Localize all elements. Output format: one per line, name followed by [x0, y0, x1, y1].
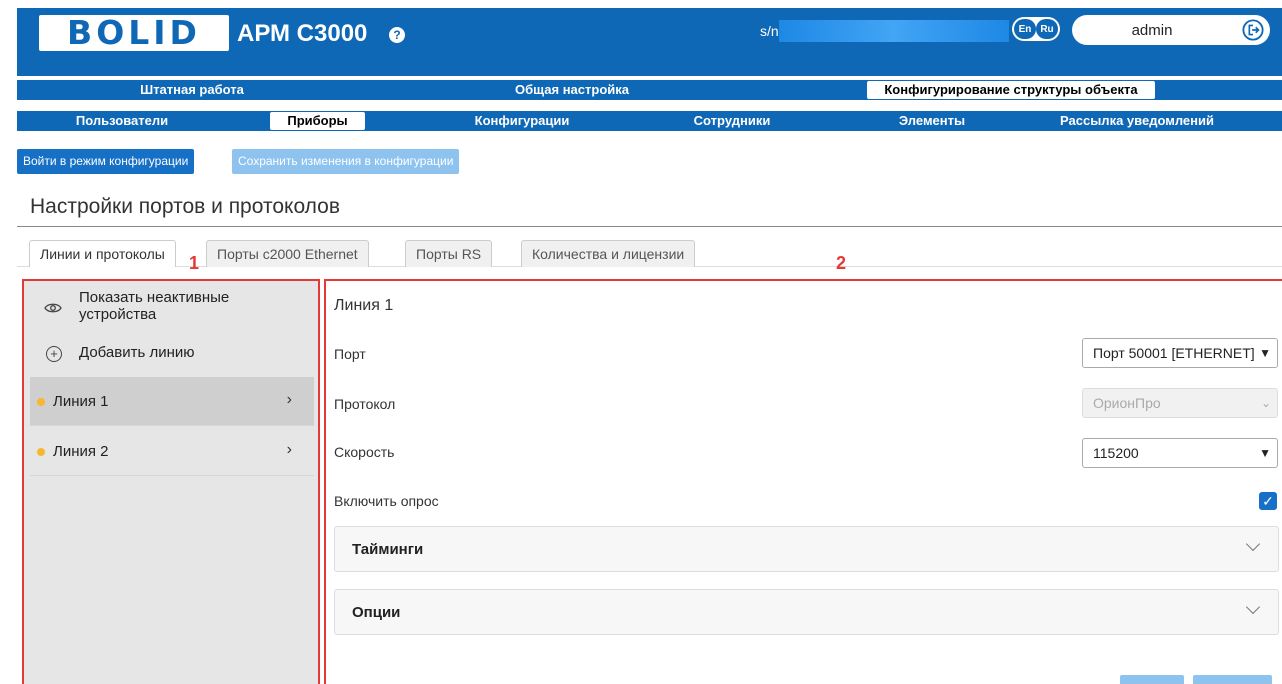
protocol-select[interactable]: ОрионПро ⌄: [1082, 388, 1278, 418]
port-select-value: Порт 50001 [ETHERNET]: [1093, 345, 1255, 361]
polling-checkbox[interactable]: ✓: [1259, 492, 1277, 510]
title-divider: [17, 226, 1282, 227]
line-item-label: Линия 1: [53, 393, 109, 410]
show-inactive-label: Показать неактивные устройства: [79, 289, 230, 323]
nav-employees[interactable]: Сотрудники: [667, 111, 797, 131]
line-settings-panel: Линия 1 Порт Порт 50001 [ETHERNET] ▼ Про…: [324, 279, 1282, 684]
add-line-button[interactable]: + Добавить линию: [24, 343, 314, 365]
sub-nav: Пользователи Приборы Конфигурации Сотруд…: [17, 111, 1282, 131]
protocol-select-value: ОрионПро: [1093, 395, 1161, 411]
line-item-1[interactable]: Линия 1 ›: [30, 377, 314, 426]
options-label: Опции: [352, 604, 401, 621]
timings-label: Тайминги: [352, 541, 424, 558]
username: admin: [1131, 22, 1173, 39]
user-box[interactable]: admin: [1072, 15, 1270, 45]
bolid-logo: BOLID: [39, 15, 229, 51]
page-title: Настройки портов и протоколов: [30, 195, 340, 218]
enter-config-button[interactable]: Войти в режим конфигурации: [17, 149, 195, 174]
add-line-label: Добавить линию: [79, 344, 195, 361]
tab-rs-ports[interactable]: Порты RS: [405, 240, 493, 267]
tab-lines-protocols[interactable]: Линии и протоколы: [29, 240, 176, 267]
save-button[interactable]: Сохранить: [1193, 675, 1272, 684]
nav-elements[interactable]: Элементы: [867, 111, 997, 131]
plus-circle-icon: +: [46, 346, 62, 362]
question-icon[interactable]: ?: [389, 27, 405, 43]
annotation-marker-2: 2: [836, 253, 847, 273]
line-item-label: Линия 2: [53, 443, 109, 460]
line-item-2[interactable]: Линия 2 ›: [30, 427, 314, 476]
serial-number-value: [779, 20, 1009, 42]
annotation-marker-1: 1: [189, 253, 200, 273]
line-status-dot: [37, 448, 45, 456]
nav-notifications[interactable]: Рассылка уведомлений: [1037, 111, 1237, 131]
logout-icon[interactable]: [1242, 19, 1264, 41]
logo-text: BOLID: [67, 13, 201, 52]
timings-accordion[interactable]: Тайминги: [334, 526, 1279, 572]
polling-label: Включить опрос: [334, 493, 439, 509]
serial-number-label: s/n: [760, 23, 779, 39]
chevron-right-icon: ›: [286, 391, 292, 408]
nav-general-settings[interactable]: Общая настройка: [487, 80, 657, 100]
save-config-button[interactable]: Сохранить изменения в конфигурации: [232, 149, 460, 174]
line-status-dot: [37, 398, 45, 406]
tab-c2000-ethernet-ports[interactable]: Порты с2000 Ethernet: [206, 240, 369, 267]
nav-normal-work[interactable]: Штатная работа: [107, 80, 277, 100]
port-label: Порт: [334, 346, 366, 362]
show-inactive-button[interactable]: Показать неактивные устройства: [24, 289, 314, 329]
app-title: АРМ С3000: [237, 20, 368, 47]
speed-select-value: 115200: [1093, 445, 1139, 461]
chevron-down-icon: ▼: [1259, 446, 1271, 460]
speed-select[interactable]: 115200 ▼: [1082, 438, 1278, 468]
protocol-label: Протокол: [334, 396, 396, 412]
header-bar: BOLID АРМ С3000 ? s/n En Ru admin: [17, 8, 1282, 76]
chevron-right-icon: ›: [286, 441, 292, 458]
speed-label: Скорость: [334, 444, 395, 460]
line-title: Линия 1: [334, 297, 394, 314]
chevron-down-icon: ▼: [1259, 346, 1271, 360]
chevron-down-icon: [1245, 536, 1261, 552]
chevron-down-icon: ⌄: [1260, 396, 1271, 410]
main-nav: Штатная работа Общая настройка Конфигури…: [17, 80, 1282, 100]
lang-ru-option[interactable]: Ru: [1036, 19, 1058, 39]
nav-devices[interactable]: Приборы: [270, 112, 365, 130]
nav-users[interactable]: Пользователи: [57, 111, 187, 131]
delete-button[interactable]: Удалить: [1120, 675, 1184, 684]
eye-icon: [44, 303, 62, 313]
nav-configurations[interactable]: Конфигурации: [457, 111, 587, 131]
nav-object-structure[interactable]: Конфигурирование структуры объекта: [867, 81, 1155, 99]
tab-quantities-licenses[interactable]: Количества и лицензии: [521, 240, 696, 267]
lang-en-option[interactable]: En: [1014, 19, 1036, 39]
options-accordion[interactable]: Опции: [334, 589, 1279, 635]
port-select[interactable]: Порт 50001 [ETHERNET] ▼: [1082, 338, 1278, 368]
chevron-down-icon: [1245, 599, 1261, 615]
lines-list-panel: Показать неактивные устройства + Добавит…: [22, 279, 320, 684]
language-switch[interactable]: En Ru: [1012, 17, 1060, 41]
